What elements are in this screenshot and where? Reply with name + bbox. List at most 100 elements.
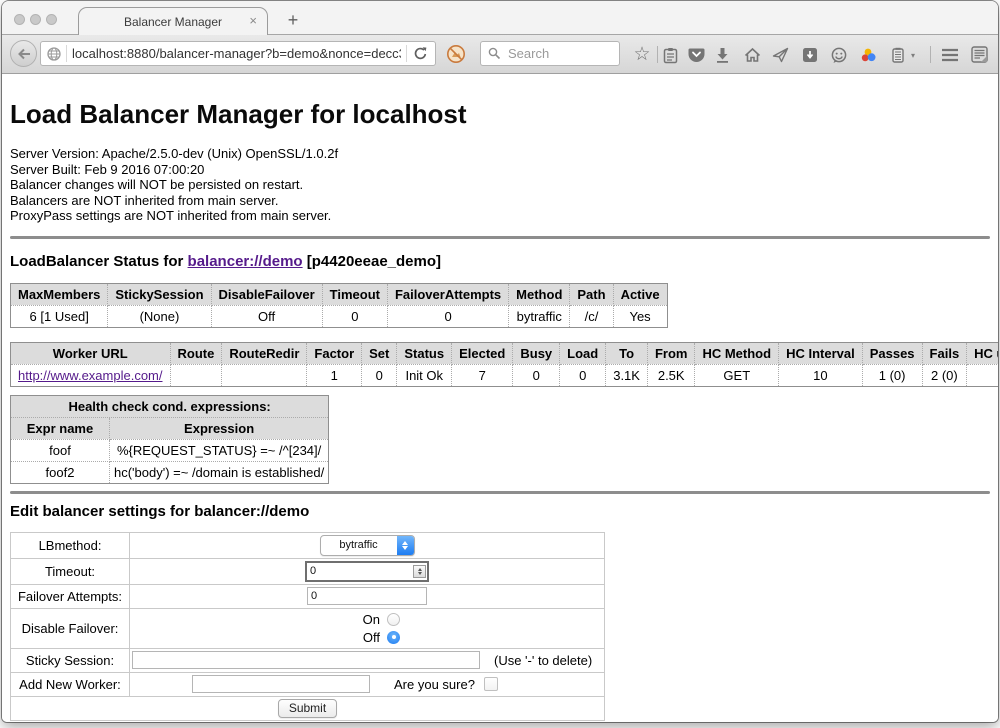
menu-button[interactable] [940, 45, 960, 65]
balancer-demo-link[interactable]: balancer://demo [188, 253, 303, 270]
extension-button[interactable] [858, 45, 878, 65]
reader-grid-icon [971, 46, 989, 64]
send-tab-icon [772, 47, 789, 63]
timeout-label: Timeout: [11, 558, 130, 584]
status-heading-suffix: [p4420eeae_demo] [303, 253, 441, 270]
table-header-row: Worker URL Route RouteRedir Factor Set S… [11, 342, 999, 364]
feedback-button[interactable] [829, 45, 849, 65]
disable-failover-row: Disable Failover: On Off [11, 608, 605, 648]
pocket-button[interactable] [686, 45, 706, 65]
notice-line: ProxyPass settings are NOT inherited fro… [10, 208, 990, 224]
container-button[interactable] [888, 45, 908, 65]
failover-attempts-label: Failover Attempts: [11, 584, 130, 608]
pocket-icon [688, 47, 705, 63]
page-title: Load Balancer Manager for localhost [10, 99, 990, 130]
screenshot-stage: Balancer Manager × + localhost:8880/bala… [0, 0, 1000, 728]
tab-bar: Balancer Manager × + [2, 1, 998, 35]
status-heading-prefix: LoadBalancer Status for [10, 253, 188, 270]
bookmark-button[interactable]: ☆ [632, 45, 652, 65]
submit-button[interactable]: Submit [278, 699, 337, 718]
site-globe-icon [47, 47, 61, 61]
notice-line: Balancers are NOT inherited from main se… [10, 193, 990, 209]
container-icon [891, 47, 905, 64]
add-worker-row: Add New Worker: Are you sure? [11, 672, 605, 696]
failover-on-radio[interactable] [387, 613, 400, 626]
new-tab-button[interactable]: + [280, 7, 306, 33]
table-row: foof2 hc('body') =~ /domain is establish… [11, 461, 329, 483]
downloads-button[interactable] [712, 45, 732, 65]
tab-close-icon[interactable]: × [249, 13, 257, 29]
add-worker-input[interactable] [192, 675, 370, 693]
tab-title: Balancer Manager [124, 15, 222, 29]
lbmethod-selected-value: bytraffic [321, 536, 397, 555]
toolbar-separator [657, 46, 658, 63]
section-divider [10, 491, 990, 494]
health-table-title: Health check cond. expressions: [11, 395, 329, 417]
page-content: Load Balancer Manager for localhost Serv… [2, 74, 998, 722]
lbmethod-select[interactable]: bytraffic [320, 535, 415, 556]
notice-line: Balancer changes will NOT be persisted o… [10, 177, 990, 193]
col-stickysession: StickySession [108, 283, 211, 305]
urlbar-divider [66, 45, 67, 62]
back-button[interactable] [10, 40, 37, 67]
col-active: Active [613, 283, 667, 305]
sticky-session-input[interactable] [132, 651, 480, 669]
select-stepper-icon [397, 536, 414, 555]
window-zoom-button[interactable] [46, 14, 57, 25]
reading-list-button[interactable] [660, 45, 680, 65]
send-tab-button[interactable] [770, 45, 790, 65]
loadbalancer-status-heading: LoadBalancer Status for balancer://demo … [10, 253, 990, 270]
worker-url-link[interactable]: http://www.example.com/ [18, 368, 163, 383]
colorful-extension-icon [860, 47, 877, 64]
are-you-sure-checkbox[interactable] [484, 677, 498, 691]
radio-on-label: On [363, 612, 380, 627]
window-close-button[interactable] [14, 14, 25, 25]
feedback-smiley-icon [830, 47, 848, 64]
tab-balancer-manager[interactable]: Balancer Manager × [78, 7, 268, 35]
disable-failover-label: Disable Failover: [11, 608, 130, 648]
failover-off-radio[interactable] [387, 631, 400, 644]
table-title-row: Health check cond. expressions: [11, 395, 329, 417]
failover-attempts-input[interactable] [307, 587, 427, 605]
url-text[interactable]: localhost:8880/balancer-manager?b=demo&n… [72, 46, 401, 61]
browser-window: Balancer Manager × + localhost:8880/bala… [2, 1, 998, 722]
home-icon [744, 47, 761, 63]
window-minimize-button[interactable] [30, 14, 41, 25]
timeout-value: 0 [307, 565, 413, 577]
search-input[interactable] [506, 45, 619, 62]
toolbar-separator [930, 46, 931, 63]
edit-settings-heading: Edit balancer settings for balancer://de… [10, 503, 990, 520]
search-bar[interactable] [480, 41, 620, 66]
radio-off-label: Off [363, 630, 380, 645]
health-check-table: Health check cond. expressions: Expr nam… [10, 395, 329, 484]
timeout-row: Timeout: 0 [11, 558, 605, 584]
sticky-session-hint: (Use '-' to delete) [494, 653, 592, 668]
lbmethod-label: LBmethod: [11, 532, 130, 558]
bookmark-star-icon: ☆ [633, 46, 650, 64]
worker-row: http://www.example.com/ 1 0 Init Ok 7 0 … [11, 364, 999, 386]
home-button[interactable] [742, 45, 762, 65]
save-page-button[interactable] [800, 45, 820, 65]
server-built-line: Server Built: Feb 9 2016 07:00:20 [10, 162, 990, 178]
content-block-button[interactable] [446, 44, 466, 69]
table-header-row: MaxMembers StickySession DisableFailover… [11, 283, 668, 305]
url-bar[interactable]: localhost:8880/balancer-manager?b=demo&n… [40, 41, 436, 66]
save-page-icon [802, 47, 818, 63]
reload-button[interactable] [413, 46, 428, 61]
section-divider [10, 236, 990, 239]
content-block-icon [446, 44, 466, 64]
server-version-line: Server Version: Apache/2.5.0-dev (Unix) … [10, 146, 990, 162]
downloads-icon [715, 47, 730, 63]
reader-grid-button[interactable] [970, 45, 990, 65]
number-stepper-icon[interactable] [413, 565, 426, 578]
reading-list-icon [663, 47, 678, 64]
navigation-toolbar: localhost:8880/balancer-manager?b=demo&n… [2, 35, 998, 74]
timeout-input[interactable]: 0 [305, 561, 429, 582]
overflow-caret-icon[interactable]: ▾ [911, 51, 915, 60]
worker-table: Worker URL Route RouteRedir Factor Set S… [10, 342, 998, 387]
table-header-row: Expr name Expression [11, 417, 329, 439]
col-disablefailover: DisableFailover [211, 283, 322, 305]
table-row: foof %{REQUEST_STATUS} =~ /^[234]/ [11, 439, 329, 461]
submit-row: Submit [11, 696, 605, 720]
search-icon [488, 47, 501, 60]
